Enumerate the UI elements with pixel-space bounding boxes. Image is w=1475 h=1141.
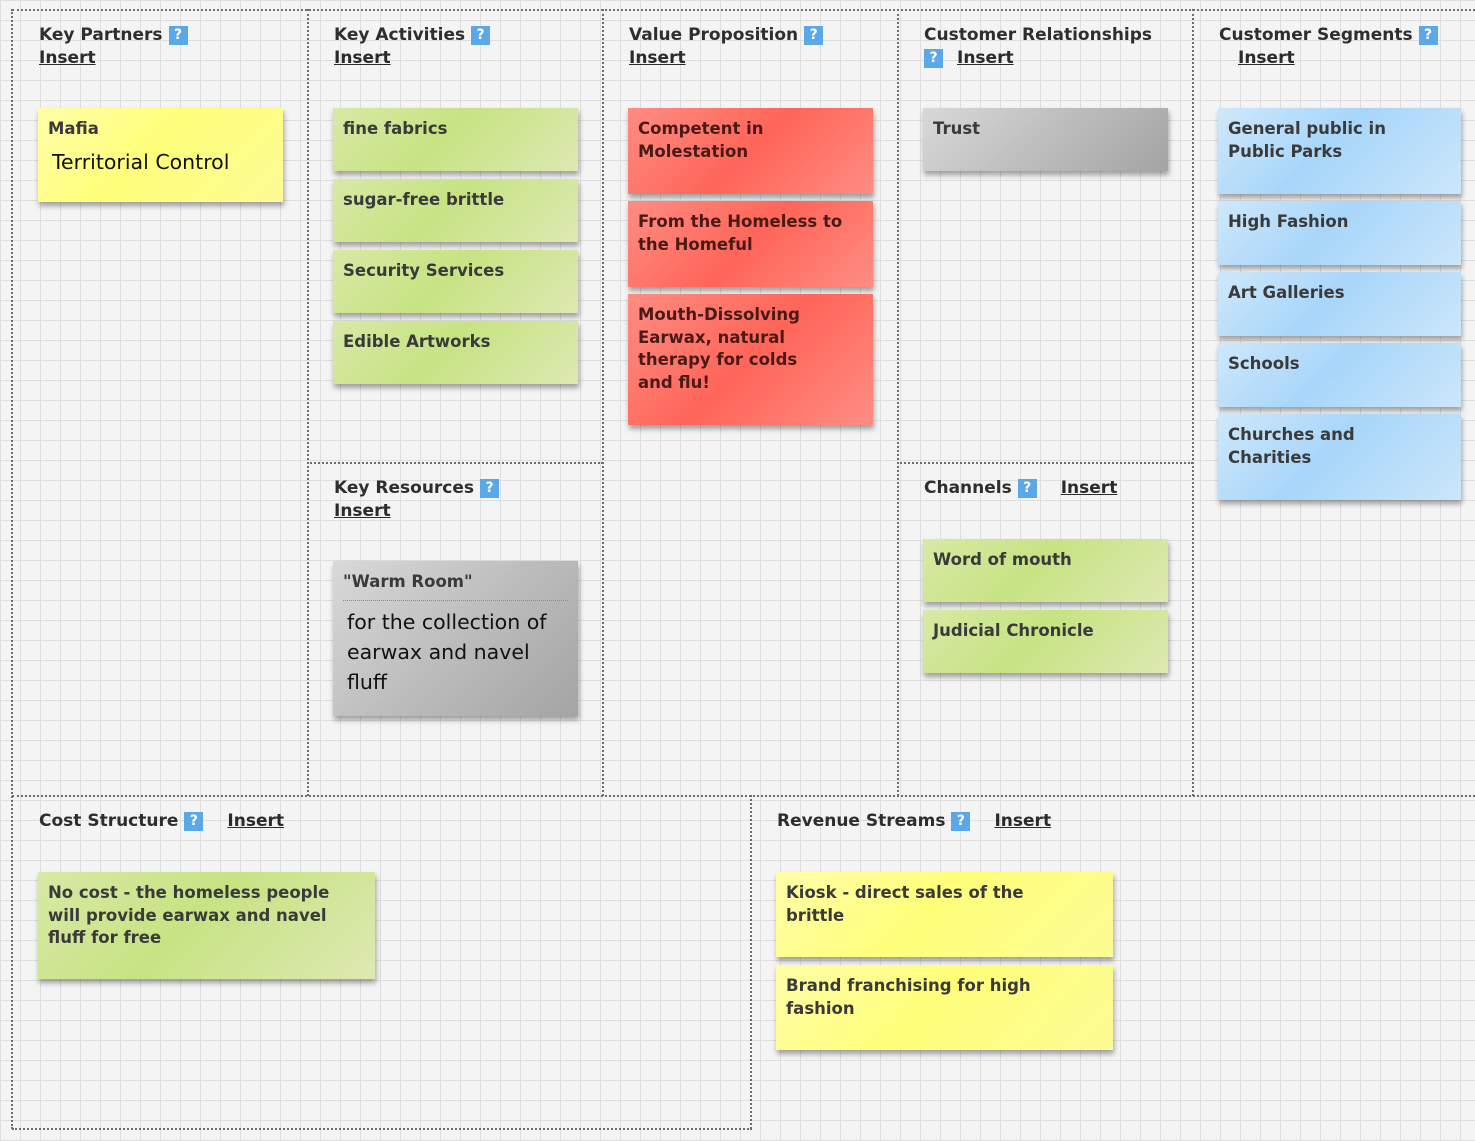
- key-partners-help-icon[interactable]: ?: [168, 26, 188, 45]
- key-partners-title: Key Partners: [39, 25, 163, 45]
- revenue-streams-help-icon[interactable]: ?: [951, 812, 971, 831]
- channels-title: Channels: [924, 478, 1012, 498]
- sticky-note[interactable]: Edible Artworks: [333, 321, 578, 384]
- key-partners-header: Key Partners? Insert: [39, 24, 202, 70]
- note-title: Judicial Chronicle: [933, 621, 1094, 640]
- note-title: Kiosk - direct sales of the brittle: [786, 883, 1024, 925]
- divider-activities-value: [602, 9, 604, 796]
- cost-structure-header: Cost Structure? Insert: [39, 810, 284, 833]
- customer-relationships-insert-link[interactable]: Insert: [957, 48, 1014, 68]
- cost-structure-help-icon[interactable]: ?: [184, 812, 204, 831]
- value-proposition-title: Value Proposition: [629, 25, 799, 45]
- note-title: General public in Public Parks: [1228, 119, 1386, 161]
- note-title: "Warm Room": [343, 572, 473, 591]
- channels-help-icon[interactable]: ?: [1017, 479, 1037, 498]
- sticky-note[interactable]: sugar-free brittle: [333, 179, 578, 242]
- value-proposition-insert-link[interactable]: Insert: [629, 48, 686, 68]
- sticky-note[interactable]: Trust: [923, 108, 1168, 171]
- revenue-streams-insert-link[interactable]: Insert: [994, 811, 1051, 831]
- customer-segments-insert-link[interactable]: Insert: [1238, 48, 1295, 68]
- note-title: Mouth-Dissolving Earwax, natural therapy…: [638, 305, 800, 392]
- sticky-note[interactable]: Kiosk - direct sales of the brittle: [776, 872, 1113, 957]
- divider-cost-revenue: [750, 795, 752, 1129]
- key-resources-help-icon[interactable]: ?: [480, 479, 500, 498]
- channels-insert-link[interactable]: Insert: [1061, 478, 1118, 498]
- note-title: Word of mouth: [933, 550, 1072, 569]
- canvas-bottom-border: [12, 1128, 752, 1130]
- divider-relationships-channels: [897, 462, 1193, 464]
- sticky-note[interactable]: fine fabrics: [333, 108, 578, 171]
- divider-relationships-segments: [1192, 9, 1194, 796]
- sticky-note[interactable]: From the Homeless to the Homeful: [628, 201, 873, 287]
- customer-relationships-header: Customer Relationships ? Insert: [924, 24, 1158, 70]
- note-divider: [343, 599, 568, 601]
- sticky-note[interactable]: High Fashion: [1218, 201, 1461, 265]
- divider-value-relationships: [897, 9, 899, 796]
- note-title: From the Homeless to the Homeful: [638, 212, 843, 254]
- canvas-top-border: [12, 9, 1475, 11]
- sticky-note[interactable]: Mafia Territorial Control: [38, 108, 283, 202]
- canvas-left-border: [11, 9, 13, 1129]
- sticky-note[interactable]: Art Galleries: [1218, 272, 1461, 336]
- note-title: sugar-free brittle: [343, 190, 505, 209]
- note-title: Churches and Charities: [1228, 425, 1355, 467]
- key-activities-header: Key Activities? Insert: [334, 24, 504, 70]
- value-proposition-help-icon[interactable]: ?: [804, 26, 824, 45]
- sticky-note[interactable]: Churches and Charities: [1218, 414, 1461, 500]
- note-body: for the collection of earwax and navel f…: [347, 609, 547, 694]
- note-title: Security Services: [343, 261, 505, 280]
- key-resources-header: Key Resources? Insert: [334, 477, 513, 523]
- customer-segments-title: Customer Segments: [1219, 25, 1413, 45]
- value-proposition-header: Value Proposition? Insert: [629, 24, 837, 70]
- cost-structure-title: Cost Structure: [39, 811, 179, 831]
- key-activities-title: Key Activities: [334, 25, 466, 45]
- cost-structure-insert-link[interactable]: Insert: [227, 811, 284, 831]
- sticky-note[interactable]: Brand franchising for high fashion: [776, 965, 1113, 1050]
- note-title: Competent in Molestation: [638, 119, 764, 161]
- sticky-note[interactable]: No cost - the homeless people will provi…: [38, 872, 375, 979]
- key-resources-insert-link[interactable]: Insert: [334, 501, 391, 521]
- customer-segments-header: Customer Segments? Insert: [1219, 24, 1438, 70]
- divider-partners-activities: [307, 9, 309, 796]
- divider-activities-resources: [307, 462, 603, 464]
- revenue-streams-header: Revenue Streams? Insert: [777, 810, 1051, 833]
- key-activities-insert-link[interactable]: Insert: [334, 48, 391, 68]
- sticky-note[interactable]: General public in Public Parks: [1218, 108, 1461, 194]
- note-title: fine fabrics: [343, 119, 448, 138]
- customer-relationships-help-icon[interactable]: ?: [924, 49, 943, 68]
- revenue-streams-title: Revenue Streams: [777, 811, 946, 831]
- note-title: No cost - the homeless people will provi…: [48, 883, 330, 947]
- sticky-note[interactable]: Word of mouth: [923, 539, 1168, 602]
- note-title: Trust: [933, 119, 981, 138]
- sticky-note[interactable]: Schools: [1218, 343, 1461, 407]
- note-title: Art Galleries: [1228, 283, 1345, 302]
- key-partners-insert-link[interactable]: Insert: [39, 48, 96, 68]
- note-title: High Fashion: [1228, 212, 1349, 231]
- divider-top-bottom: [12, 795, 1475, 797]
- note-title: Edible Artworks: [343, 332, 491, 351]
- key-activities-help-icon[interactable]: ?: [471, 26, 491, 45]
- customer-segments-help-icon[interactable]: ?: [1418, 26, 1438, 45]
- sticky-note[interactable]: Competent in Molestation: [628, 108, 873, 194]
- note-body: Territorial Control: [52, 149, 230, 174]
- note-title: Brand franchising for high fashion: [786, 976, 1031, 1018]
- note-title: Mafia: [48, 119, 99, 138]
- sticky-note[interactable]: Judicial Chronicle: [923, 610, 1168, 673]
- channels-header: Channels? Insert: [924, 477, 1117, 500]
- sticky-note[interactable]: Mouth-Dissolving Earwax, natural therapy…: [628, 294, 873, 425]
- sticky-note[interactable]: Security Services: [333, 250, 578, 313]
- sticky-note[interactable]: "Warm Room" for the collection of earwax…: [333, 561, 578, 716]
- note-title: Schools: [1228, 354, 1300, 373]
- customer-relationships-title: Customer Relationships: [924, 25, 1153, 45]
- key-resources-title: Key Resources: [334, 478, 475, 498]
